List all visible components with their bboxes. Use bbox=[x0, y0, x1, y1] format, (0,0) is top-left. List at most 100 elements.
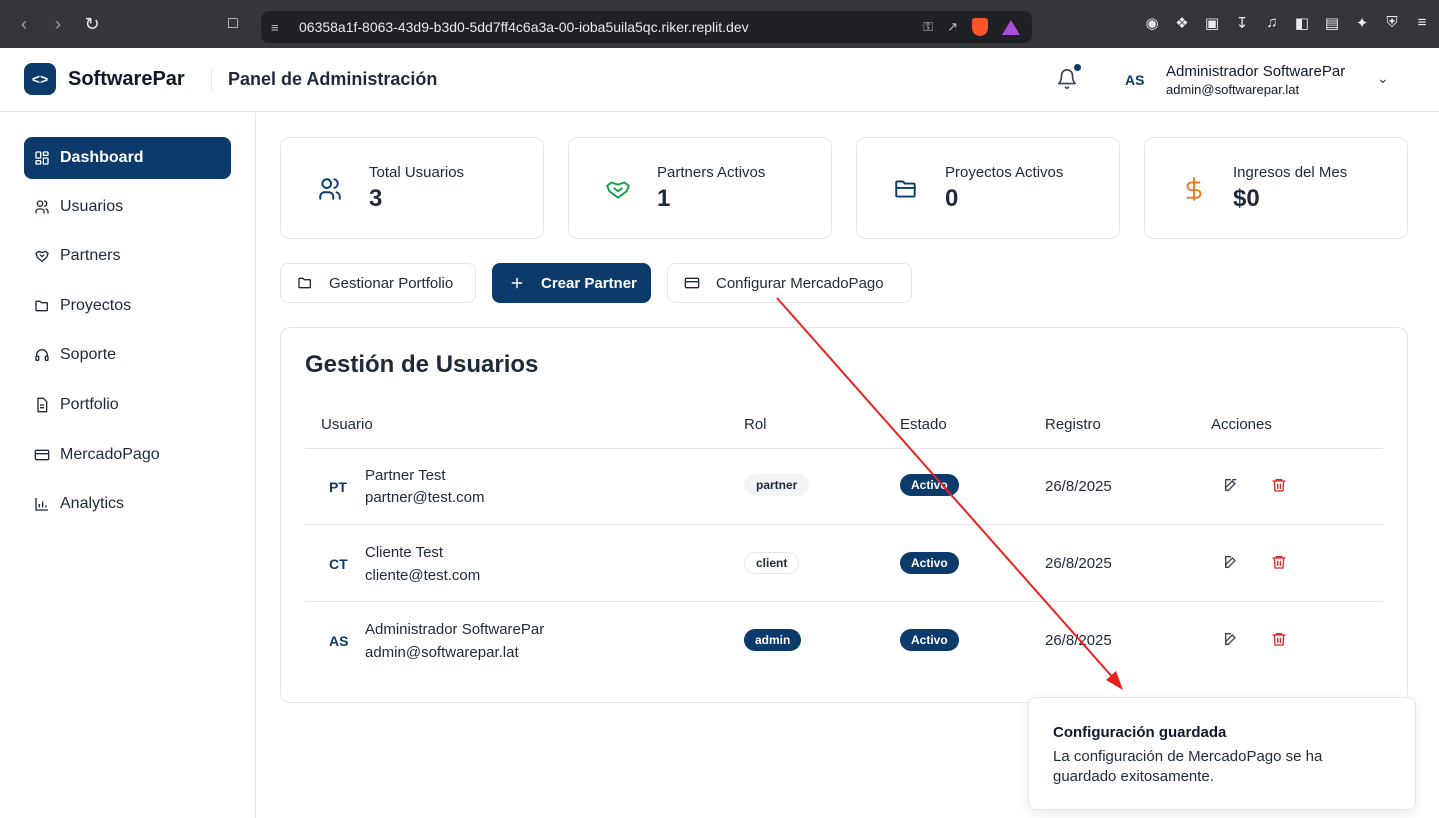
avatar[interactable]: AS bbox=[1125, 72, 1144, 88]
sparkle-icon[interactable]: ✦ bbox=[1353, 14, 1371, 32]
card-icon bbox=[684, 277, 700, 289]
bell-icon[interactable] bbox=[1056, 68, 1078, 90]
toast-notification[interactable]: Configuración guardada La configuración … bbox=[1028, 697, 1416, 810]
key-icon[interactable]: ⚿ bbox=[923, 19, 933, 35]
grid-icon bbox=[34, 150, 50, 166]
puzzle-icon[interactable]: ❖ bbox=[1173, 14, 1191, 32]
sidebar-item-label: MercadoPago bbox=[60, 446, 160, 463]
section-title: Gestión de Usuarios bbox=[305, 351, 539, 378]
trash-icon[interactable] bbox=[1271, 631, 1289, 649]
wallet-icon[interactable]: ▤ bbox=[1323, 14, 1341, 32]
registration-date: 26/8/2025 bbox=[1045, 632, 1112, 649]
sidebar-item-partners[interactable]: Partners bbox=[24, 235, 231, 277]
sidebar-item-usuarios[interactable]: Usuarios bbox=[24, 186, 231, 228]
user-email[interactable]: admin@softwarepar.lat bbox=[1166, 82, 1299, 97]
status-badge: Activo bbox=[900, 552, 959, 574]
share-icon[interactable]: ↗ bbox=[947, 19, 958, 35]
brave-shield-icon[interactable] bbox=[972, 18, 988, 36]
user-name: Administrador SoftwarePar bbox=[365, 621, 545, 638]
sidebar-item-soporte[interactable]: Soporte bbox=[24, 334, 231, 376]
create-partner-button[interactable]: Crear Partner bbox=[492, 263, 651, 303]
menu-icon[interactable]: ≡ bbox=[1413, 14, 1431, 32]
trash-icon[interactable] bbox=[1271, 554, 1289, 572]
role-badge: partner bbox=[744, 474, 810, 496]
vpn-icon[interactable]: ⛨ bbox=[1383, 14, 1401, 32]
sidebar-item-dashboard[interactable]: Dashboard bbox=[24, 137, 231, 179]
sidebar-item-label: Usuarios bbox=[60, 198, 124, 215]
column-header-rol: Rol bbox=[744, 416, 767, 433]
edit-icon[interactable] bbox=[1223, 477, 1241, 495]
edit-icon[interactable] bbox=[1223, 554, 1241, 572]
site-settings-icon[interactable]: ≡ bbox=[271, 20, 289, 35]
reload-icon[interactable]: ↻ bbox=[82, 14, 102, 35]
edit-icon[interactable] bbox=[1223, 631, 1241, 649]
sidebar-item-mercadopago[interactable]: MercadoPago bbox=[24, 434, 231, 476]
sidebar-item-analytics[interactable]: Analytics bbox=[24, 483, 231, 525]
divider bbox=[305, 448, 1383, 449]
brand-name[interactable]: SoftwarePar bbox=[68, 68, 185, 91]
extensions-area: ◉ ❖ ▣ ↧ ♫ ◧ ▤ ✦ ⛨ ≡ bbox=[1143, 14, 1431, 32]
stat-label: Proyectos Activos bbox=[945, 164, 1064, 181]
brave-rewards-icon[interactable] bbox=[1002, 19, 1020, 35]
browser-toolbar: ‹ › ↻ □ ≡ 06358a1f-8063-43d9-b3d0-5dd7ff… bbox=[0, 0, 1439, 48]
sidebar-toggle-icon[interactable]: ◧ bbox=[1293, 14, 1311, 32]
card-icon bbox=[34, 447, 50, 463]
url-text[interactable]: 06358a1f-8063-43d9-b3d0-5dd7ff4c6a3a-00-… bbox=[299, 19, 923, 35]
role-badge: client bbox=[744, 552, 800, 574]
sidebar: Dashboard Usuarios Partners Proyectos So… bbox=[0, 113, 256, 818]
status-badge: Activo bbox=[900, 474, 959, 496]
folder-icon bbox=[298, 277, 311, 289]
sidebar-item-proyectos[interactable]: Proyectos bbox=[24, 285, 231, 327]
stat-label: Partners Activos bbox=[657, 164, 766, 181]
folder-icon bbox=[34, 298, 50, 314]
chevron-down-icon[interactable]: ⌄ bbox=[1377, 70, 1389, 87]
button-label: Gestionar Portfolio bbox=[329, 274, 454, 292]
manage-portfolio-button[interactable]: Gestionar Portfolio bbox=[280, 263, 476, 303]
screenshot-icon[interactable]: ▣ bbox=[1203, 14, 1221, 32]
sidebar-item-label: Analytics bbox=[60, 495, 125, 512]
sidebar-item-portfolio[interactable]: Portfolio bbox=[24, 384, 231, 426]
column-header-registro: Registro bbox=[1045, 416, 1101, 433]
avatar: PT bbox=[329, 479, 347, 495]
back-icon[interactable]: ‹ bbox=[14, 14, 34, 35]
user-email: admin@softwarepar.lat bbox=[365, 644, 519, 661]
configure-mercadopago-button[interactable]: Configurar MercadoPago bbox=[667, 263, 912, 303]
sidebar-item-label: Proyectos bbox=[60, 297, 132, 314]
registration-date: 26/8/2025 bbox=[1045, 478, 1112, 495]
page-title: Panel de Administración bbox=[228, 69, 438, 89]
sidebar-item-label: Partners bbox=[60, 247, 121, 264]
registration-date: 26/8/2025 bbox=[1045, 555, 1112, 572]
sidebar-item-label: Dashboard bbox=[60, 149, 144, 166]
stat-value: 0 bbox=[945, 185, 959, 212]
stat-card-partners-activos: Partners Activos 1 bbox=[568, 137, 832, 239]
stat-value: 1 bbox=[657, 185, 671, 212]
camera-icon[interactable]: ◉ bbox=[1143, 14, 1161, 32]
download-icon[interactable]: ↧ bbox=[1233, 14, 1251, 32]
column-header-usuario: Usuario bbox=[321, 416, 373, 433]
bookmark-icon[interactable]: □ bbox=[228, 15, 238, 33]
user-name[interactable]: Administrador SoftwarePar bbox=[1166, 63, 1345, 80]
trash-icon[interactable] bbox=[1271, 477, 1289, 495]
address-bar[interactable]: ≡ 06358a1f-8063-43d9-b3d0-5dd7ff4c6a3a-0… bbox=[261, 11, 1032, 43]
users-icon bbox=[317, 176, 343, 202]
notification-dot bbox=[1074, 64, 1081, 71]
user-name: Partner Test bbox=[365, 467, 446, 484]
dollar-icon bbox=[1181, 176, 1207, 202]
file-icon bbox=[34, 397, 50, 413]
forward-icon[interactable]: › bbox=[48, 14, 68, 35]
music-icon[interactable]: ♫ bbox=[1263, 14, 1281, 32]
logo-icon[interactable]: <> bbox=[24, 63, 56, 95]
column-header-acciones: Acciones bbox=[1211, 416, 1272, 433]
role-badge: admin bbox=[744, 629, 802, 651]
toast-title: Configuración guardada bbox=[1053, 724, 1227, 741]
button-label: Configurar MercadoPago bbox=[716, 274, 884, 292]
stat-card-total-usuarios: Total Usuarios 3 bbox=[280, 137, 544, 239]
status-badge: Activo bbox=[900, 629, 959, 651]
user-email: cliente@test.com bbox=[365, 567, 481, 584]
stat-card-ingresos-del-mes: Ingresos del Mes $0 bbox=[1144, 137, 1408, 239]
user-email: partner@test.com bbox=[365, 489, 485, 506]
stat-value: $0 bbox=[1233, 185, 1260, 212]
folder-icon bbox=[893, 176, 919, 202]
divider bbox=[305, 601, 1383, 602]
handshake-icon bbox=[34, 248, 50, 264]
